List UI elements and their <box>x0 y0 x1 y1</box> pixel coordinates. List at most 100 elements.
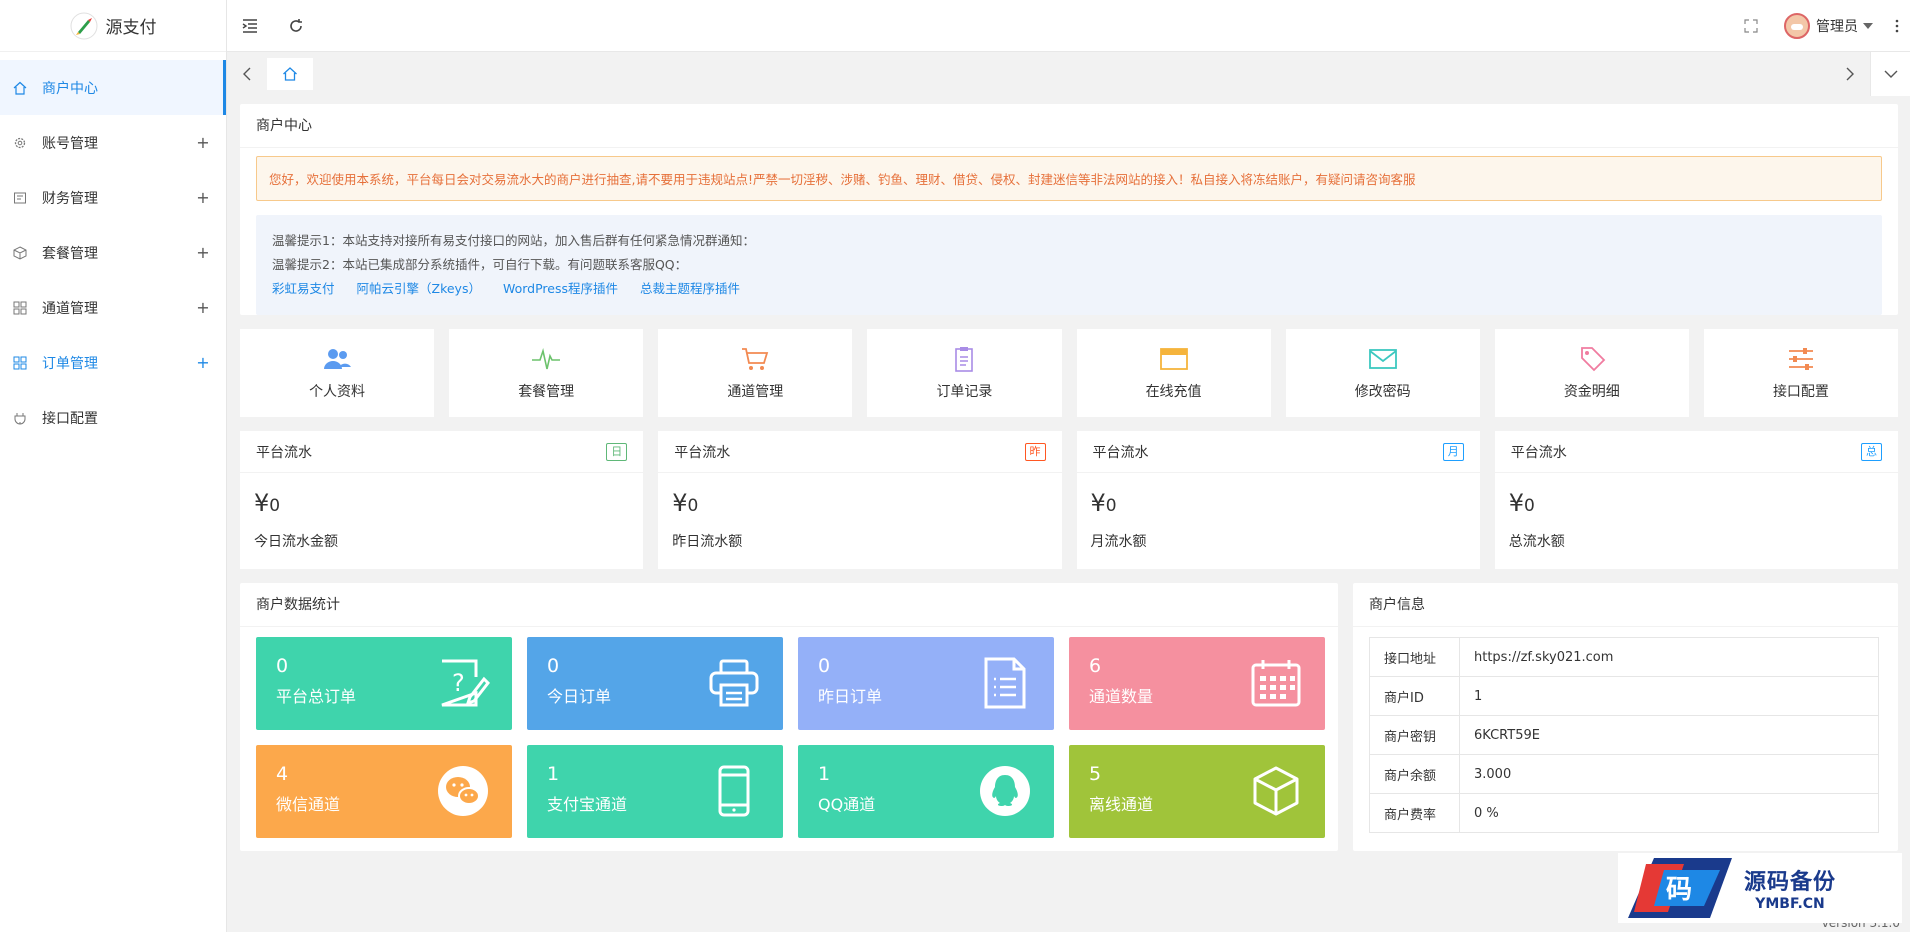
shortcut-channel[interactable]: 通道管理 <box>658 329 853 417</box>
currency-symbol: ¥ <box>1090 489 1106 517</box>
stat-title: 平台流水 <box>1092 444 1149 461</box>
shortcut-label: 套餐管理 <box>518 384 575 400</box>
plugin-links: 彩虹易支付 阿帕云引擎（Zkeys） WordPress程序插件 总裁主题程序插… <box>272 277 1866 301</box>
shortcut-label: 资金明细 <box>1563 384 1620 400</box>
plugin-link[interactable]: WordPress程序插件 <box>503 281 618 296</box>
home-icon <box>12 80 28 96</box>
fullscreen-button[interactable] <box>1728 0 1774 52</box>
currency-symbol: ¥ <box>672 489 688 517</box>
tabs-prev-button[interactable] <box>227 52 267 96</box>
shortcut-funds[interactable]: 资金明细 <box>1494 329 1689 417</box>
tile-yesterday-orders[interactable]: 0 昨日订单 <box>798 637 1054 730</box>
sidebar-item-label: 商户中心 <box>42 80 98 97</box>
panel-title: 商户中心 <box>240 104 1898 148</box>
mail-icon <box>1368 349 1397 369</box>
tile-channel-count[interactable]: 6 通道数量 <box>1069 637 1325 730</box>
plugin-link[interactable]: 彩虹易支付 <box>272 281 335 296</box>
cart-icon <box>742 348 769 370</box>
tile-today-orders[interactable]: 0 今日订单 <box>527 637 783 730</box>
sidebar-item-label: 接口配置 <box>42 410 98 427</box>
tile-alipay-channel[interactable]: 1 支付宝通道 <box>527 745 783 838</box>
plugin-link[interactable]: 总裁主题程序插件 <box>640 281 740 296</box>
question-edit-icon: ? <box>441 659 490 707</box>
home-icon <box>283 67 297 81</box>
table-row: 商户密钥 6KCRT59E <box>1369 715 1879 755</box>
merchant-info-table: 接口地址 https://zf.sky021.com 商户ID 1 商户密钥 6KCR… <box>1369 637 1879 833</box>
stat-title: 平台流水 <box>674 444 731 461</box>
info-value: 6KCRT59E <box>1459 715 1879 755</box>
package-icon <box>12 245 28 261</box>
info-key: 商户ID <box>1369 676 1460 716</box>
refresh-icon <box>290 18 302 32</box>
stat-card-total: 平台流水 总 ¥0 总流水额 <box>1494 431 1898 569</box>
sidebar-item-account[interactable]: 账号管理 + <box>0 115 226 170</box>
printer-icon <box>709 659 759 707</box>
app-name: 源支付 <box>105 18 157 38</box>
menu-collapse-button[interactable] <box>227 0 273 52</box>
shortcut-label: 在线充值 <box>1145 384 1202 400</box>
watermark: 码 源码备份 YMBF.CN <box>1618 853 1902 923</box>
gear-icon <box>12 135 28 151</box>
stat-tiles: 0 平台总订单 ? 0 今日订单 0 昨日订单 6 通道数量 4 微信通道 1 … <box>240 627 1338 848</box>
sidebar-item-merchant-center[interactable]: 商户中心 <box>0 60 226 115</box>
watermark-title: 源码备份 <box>1744 870 1837 895</box>
tabs-next-button[interactable] <box>1830 52 1870 96</box>
merchant-info-panel: 商户信息 接口地址 https://zf.sky021.com 商户ID 1 商户密… <box>1353 583 1898 851</box>
refresh-button[interactable] <box>273 0 319 52</box>
plugin-link[interactable]: 阿帕云引擎（Zkeys） <box>357 281 481 296</box>
info-value: 1 <box>1459 676 1879 716</box>
sidebar-item-finance[interactable]: 财务管理 + <box>0 170 226 225</box>
grid-icon <box>12 300 28 316</box>
app-logo[interactable]: 源支付 <box>0 0 226 52</box>
user-menu[interactable]: 管理员 <box>1774 12 1884 39</box>
merchant-center-panel: 商户中心 您好，欢迎使用本系统，平台每日会对交易流水大的商户进行抽查,请不要用于… <box>240 104 1898 315</box>
tile-wechat-channel[interactable]: 4 微信通道 <box>256 745 512 838</box>
sidebar-item-label: 通道管理 <box>42 300 98 317</box>
shortcut-api-config[interactable]: 接口配置 <box>1703 329 1898 417</box>
tile-total-orders[interactable]: 0 平台总订单 ? <box>256 637 512 730</box>
shortcut-password[interactable]: 修改密码 <box>1285 329 1480 417</box>
document-list-icon <box>984 657 1026 709</box>
chevron-left-icon <box>243 67 251 81</box>
tile-offline-channel[interactable]: 5 离线通道 <box>1069 745 1325 838</box>
sidebar-menu: 商户中心 账号管理 + 财务管理 + 套餐管理 + 通道管理 + 订单管理 + <box>0 60 226 445</box>
sidebar-item-label: 财务管理 <box>42 190 98 207</box>
more-vertical-icon <box>1895 19 1899 32</box>
shortcut-orders[interactable]: 订单记录 <box>867 329 1062 417</box>
chevron-right-icon <box>1846 67 1854 81</box>
sidebar-item-api-config[interactable]: 接口配置 <box>0 390 226 445</box>
notice-banner: 您好，欢迎使用本系统，平台每日会对交易流水大的商户进行抽查,请不要用于违规站点!… <box>256 156 1882 201</box>
calendar-icon <box>1251 660 1301 707</box>
tip-line-2: 温馨提示2：本站已集成部分系统插件，可自行下载。有问题联系客服QQ： <box>272 257 688 272</box>
stat-card-today: 平台流水 日 ¥0 今日流水金额 <box>240 431 644 569</box>
info-value: 0 % <box>1459 793 1879 833</box>
qq-icon <box>980 766 1030 816</box>
sidebar-item-orders[interactable]: 订单管理 + <box>0 335 226 390</box>
sidebar: 源支付 商户中心 账号管理 + 财务管理 + 套餐管理 + 通道管理 + 订单管… <box>0 0 227 932</box>
tabs-dropdown-button[interactable] <box>1870 52 1910 96</box>
main-content: 商户中心 您好，欢迎使用本系统，平台每日会对交易流水大的商户进行抽查,请不要用于… <box>240 104 1898 851</box>
shortcut-label: 个人资料 <box>309 384 366 400</box>
shortcut-recharge[interactable]: 在线充值 <box>1076 329 1271 417</box>
sidebar-item-package[interactable]: 套餐管理 + <box>0 225 226 280</box>
tab-home[interactable] <box>267 58 313 90</box>
sidebar-item-channel[interactable]: 通道管理 + <box>0 280 226 335</box>
shortcut-package[interactable]: 套餐管理 <box>449 329 644 417</box>
tile-qq-channel[interactable]: 1 QQ通道 <box>798 745 1054 838</box>
pulse-icon <box>532 348 561 370</box>
panel-title: 商户信息 <box>1353 583 1898 627</box>
stat-label: 总流水额 <box>1508 534 1565 550</box>
stat-value: 0 <box>1524 496 1535 516</box>
card-icon <box>1159 348 1188 370</box>
shortcut-label: 接口配置 <box>1772 384 1829 400</box>
tips-box: 温馨提示1：本站支持对接所有易支付接口的网站，加入售后群有任何紧急情况群通知： … <box>256 215 1882 315</box>
sidebar-item-label: 套餐管理 <box>42 245 98 262</box>
more-button[interactable] <box>1884 0 1910 52</box>
user-name: 管理员 <box>1816 18 1858 35</box>
stat-label: 昨日流水额 <box>672 534 743 550</box>
shortcut-row: 个人资料 套餐管理 通道管理 订单记录 在线充值 修改密码 资金明细 接口配置 <box>240 329 1898 417</box>
wallet-icon <box>12 190 28 206</box>
stat-value: 0 <box>1105 496 1117 516</box>
svg-text:?: ? <box>452 669 465 697</box>
shortcut-profile[interactable]: 个人资料 <box>240 329 435 417</box>
